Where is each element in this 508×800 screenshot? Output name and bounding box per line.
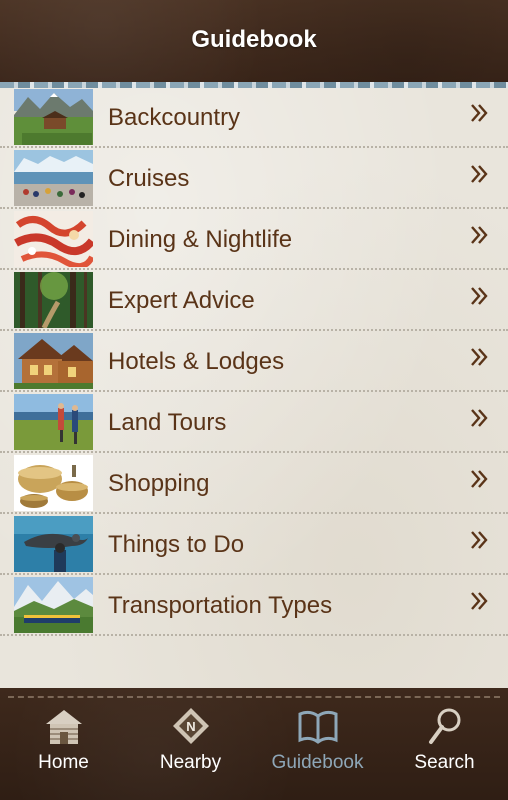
cruise-glacier-image (14, 150, 93, 206)
tab-label: Home (38, 752, 89, 773)
sea-lion-aquarium-image (14, 516, 93, 572)
log-lodge-image (14, 333, 93, 389)
wooden-bowls-image (14, 455, 93, 511)
tab-home[interactable]: Home (0, 706, 127, 796)
open-book-icon (298, 710, 337, 744)
tab-label: Guidebook (271, 752, 364, 773)
guidebook-list-area: Backcountry Cruises Dining & Nightlife E… (0, 88, 508, 688)
stitch-divider (8, 696, 500, 698)
backcountry-cabin-image (14, 89, 93, 145)
list-item-things-to-do[interactable]: Things to Do (0, 515, 508, 575)
svg-text:N: N (186, 719, 195, 734)
page-title: Guidebook (191, 26, 317, 53)
chevron-right-icon (470, 529, 488, 551)
app-header: Guidebook (0, 0, 508, 82)
forest-trail-image (14, 272, 93, 328)
compass-n-icon: N (172, 708, 209, 744)
list-item-shopping[interactable]: Shopping (0, 454, 508, 514)
item-label: Hotels & Lodges (108, 348, 285, 375)
chevron-right-icon (470, 285, 488, 307)
list-item-land-tours[interactable]: Land Tours (0, 393, 508, 453)
list-item-backcountry[interactable]: Backcountry (0, 88, 508, 148)
list-item-hotels-lodges[interactable]: Hotels & Lodges (0, 332, 508, 392)
guidebook-list: Backcountry Cruises Dining & Nightlife E… (0, 88, 508, 636)
item-label: Transportation Types (108, 592, 333, 619)
tab-guidebook[interactable]: Guidebook (254, 706, 381, 796)
item-label: Backcountry (108, 104, 241, 131)
train-mountains-image (14, 577, 93, 633)
item-label: Expert Advice (108, 287, 255, 314)
tab-label: Nearby (159, 752, 222, 773)
chevron-right-icon (470, 224, 488, 246)
chevron-right-icon (470, 407, 488, 429)
crab-dinner-image (14, 211, 93, 267)
chevron-right-icon (470, 590, 488, 612)
item-label: Cruises (108, 165, 190, 192)
chevron-right-icon (470, 346, 488, 368)
chevron-right-icon (470, 468, 488, 490)
item-label: Things to Do (108, 531, 245, 558)
list-item-cruises[interactable]: Cruises (0, 149, 508, 209)
cabin-icon (45, 710, 82, 744)
list-item-expert-advice[interactable]: Expert Advice (0, 271, 508, 331)
list-item-transportation-types[interactable]: Transportation Types (0, 576, 508, 636)
item-label: Land Tours (108, 409, 227, 436)
item-label: Shopping (108, 470, 210, 497)
magnifier-icon (428, 708, 460, 744)
tab-search[interactable]: Search (381, 706, 508, 796)
tab-nearby[interactable]: N Nearby (127, 706, 254, 796)
bottom-tab-bar: Home N Nearby Guidebook Search (0, 688, 508, 800)
list-item-dining-nightlife[interactable]: Dining & Nightlife (0, 210, 508, 270)
chevron-right-icon (470, 163, 488, 185)
item-label: Dining & Nightlife (108, 226, 293, 253)
chevron-right-icon (470, 102, 488, 124)
hikers-lake-image (14, 394, 93, 450)
tab-label: Search (414, 752, 475, 773)
